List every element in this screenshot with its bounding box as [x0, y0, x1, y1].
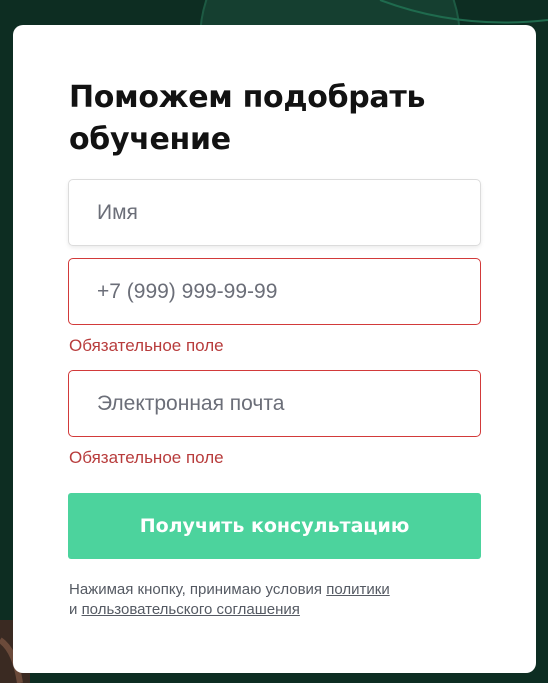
phone-error-message: Обязательное поле — [69, 336, 224, 355]
form-title: Поможем подобрать обучение — [69, 80, 426, 157]
consent-text: Нажимая кнопку, принимаю условия политик… — [69, 580, 489, 620]
phone-input[interactable] — [68, 258, 481, 325]
user-agreement-link[interactable]: пользовательского соглашения — [82, 601, 300, 618]
get-consultation-button[interactable]: Получить консультацию — [68, 493, 481, 559]
policy-link[interactable]: политики — [326, 581, 389, 598]
consent-prefix: Нажимая кнопку, принимаю условия — [69, 581, 323, 598]
consent-and: и — [69, 601, 78, 618]
email-error-message: Обязательное поле — [69, 448, 224, 467]
email-input[interactable] — [68, 370, 481, 437]
consultation-form-card: Поможем подобрать обучение Обязательное … — [13, 25, 536, 673]
name-input[interactable] — [68, 179, 481, 246]
